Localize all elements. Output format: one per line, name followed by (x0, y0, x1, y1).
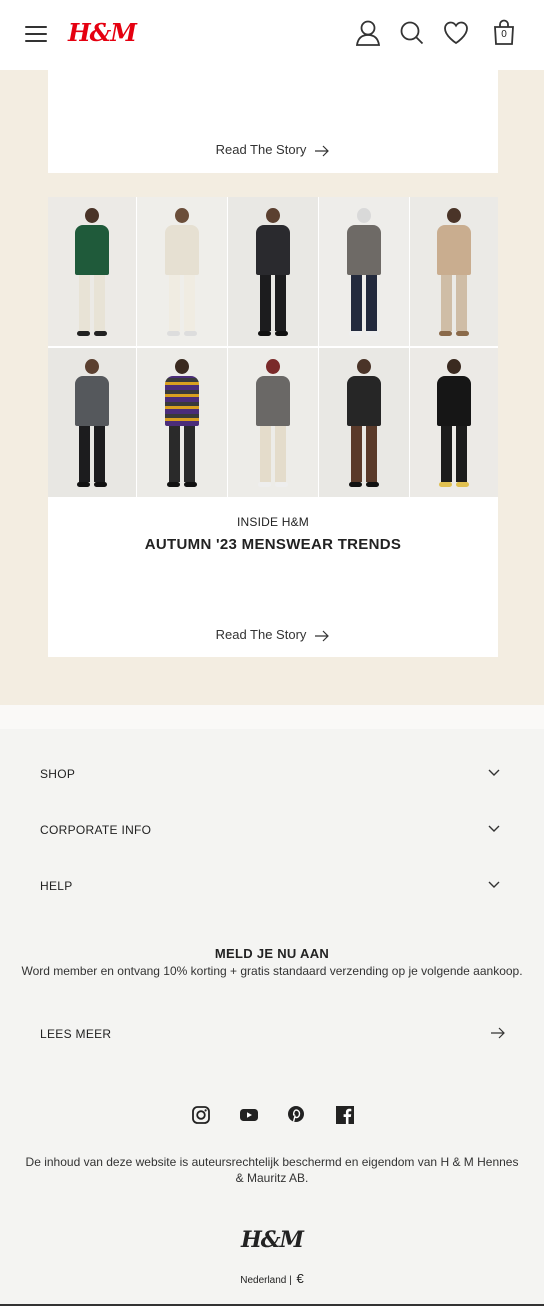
read-story-link-2[interactable]: Read The Story (48, 627, 498, 642)
chevron-down-icon (488, 825, 500, 832)
story-kicker: INSIDE H&M (236, 515, 309, 529)
read-story-label[interactable]: Read The Story (216, 627, 307, 642)
site-header: H&M 0 (0, 0, 544, 70)
look-photo (137, 348, 227, 497)
read-story-link-1[interactable]: Read The Story (48, 142, 498, 157)
bag-button[interactable]: 0 (490, 18, 518, 48)
look-photo (48, 348, 136, 497)
locale-selector[interactable]: Nederland | € (0, 1271, 544, 1286)
story-headline[interactable]: AUTUMN '23 MENSWEAR TRENDS (48, 536, 498, 553)
locale-separator: | (289, 1275, 292, 1286)
read-story-label[interactable]: Read The Story (216, 142, 307, 157)
accordion-label[interactable]: SHOP (40, 767, 75, 781)
search-icon[interactable] (398, 18, 426, 48)
look-photo (410, 197, 498, 346)
country-label[interactable]: Nederland (240, 1275, 286, 1286)
chevron-down-icon (488, 881, 500, 888)
instagram-icon[interactable] (191, 1105, 211, 1125)
chevron-down-icon (488, 769, 500, 776)
heart-icon[interactable] (442, 18, 470, 48)
site-footer: SHOP CORPORATE INFO HELP MELD JE NU AAN … (0, 729, 544, 1306)
content-area: Read The Story INSIDE H&M AUTUMN '23 MEN… (0, 0, 544, 705)
read-more-link[interactable]: LEES MEER (40, 1027, 506, 1047)
arrow-right-icon (315, 145, 330, 156)
footer-hm-logo[interactable]: H&M (0, 1227, 544, 1253)
footer-accordion-shop[interactable]: SHOP (40, 767, 504, 787)
accordion-label[interactable]: CORPORATE INFO (40, 823, 151, 837)
arrow-right-icon (491, 1027, 505, 1039)
look-photo (228, 348, 318, 497)
arrow-right-icon (315, 630, 330, 641)
membership-text: Word member en ontvang 10% korting + gra… (21, 964, 523, 978)
pinterest-icon[interactable] (286, 1105, 306, 1125)
facebook-icon[interactable] (335, 1105, 355, 1125)
menu-icon[interactable] (25, 26, 47, 42)
accordion-label[interactable]: HELP (40, 879, 73, 893)
read-more-label[interactable]: LEES MEER (40, 1027, 111, 1041)
footer-accordion-help[interactable]: HELP (40, 879, 504, 899)
account-icon[interactable] (354, 18, 382, 48)
currency-label: € (296, 1271, 304, 1286)
bag-count-badge: 0 (501, 29, 507, 40)
youtube-icon[interactable] (239, 1105, 259, 1125)
look-photo (319, 197, 409, 346)
menswear-photo-grid[interactable] (48, 197, 498, 497)
look-photo (48, 197, 136, 346)
hm-logo[interactable]: H&M (68, 18, 137, 47)
section-divider (0, 705, 544, 729)
story-card-2[interactable]: INSIDE H&M AUTUMN '23 MENSWEAR TRENDS Re… (48, 197, 498, 657)
look-photo (228, 197, 318, 346)
look-photo (319, 348, 409, 497)
membership-title: MELD JE NU AAN (214, 946, 330, 961)
footer-accordion-corporate-info[interactable]: CORPORATE INFO (40, 823, 504, 843)
look-photo (137, 197, 227, 346)
copyright-text: De inhoud van deze website is auteursrec… (25, 1155, 519, 1185)
look-photo (410, 348, 498, 497)
